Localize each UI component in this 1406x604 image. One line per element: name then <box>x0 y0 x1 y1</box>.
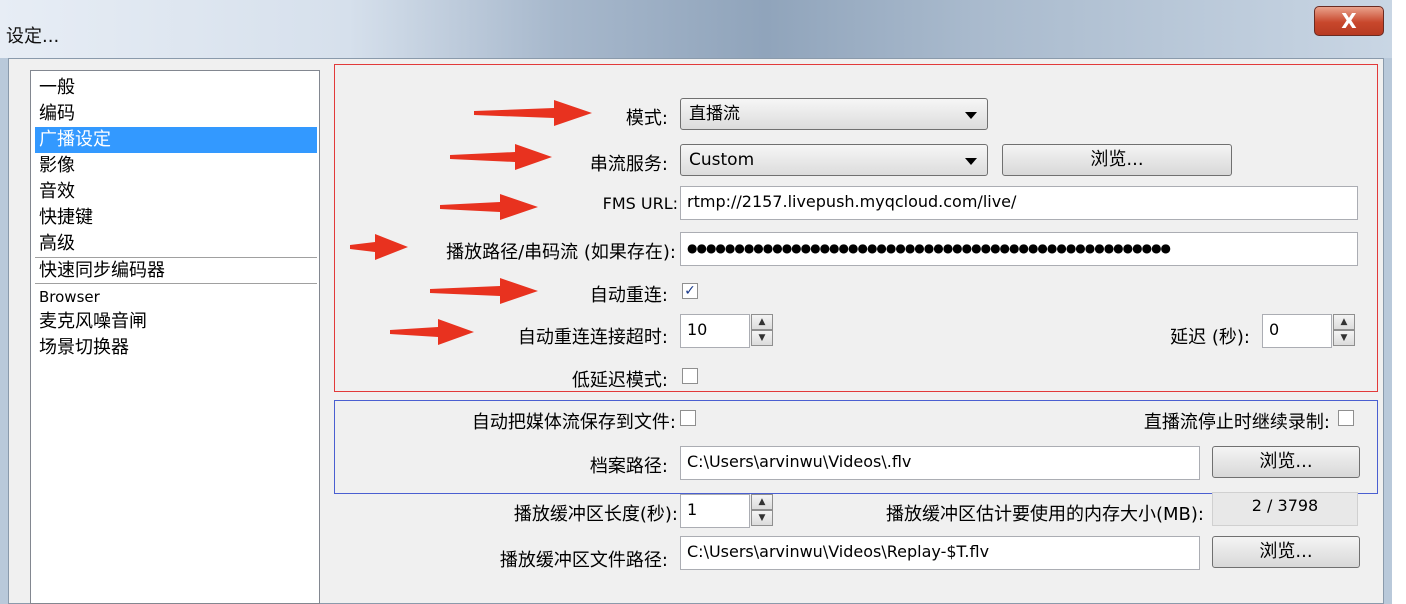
stream-key-field[interactable]: ●●●●●●●●●●●●●●●●●●●●●●●●●●●●●●●●●●●●●●●●… <box>680 232 1358 266</box>
low-latency-checkbox[interactable] <box>682 368 698 384</box>
sidebar-item-advanced[interactable]: 高级 <box>35 231 317 257</box>
buffer-length-spinner[interactable]: ▲ ▼ <box>751 494 775 528</box>
auto-save-label: 自动把媒体流保存到文件: <box>471 412 676 433</box>
browse-file-path-button[interactable]: 浏览... <box>1212 446 1360 478</box>
auto-reconnect-checkbox[interactable]: ✓ <box>682 283 698 299</box>
arrow-annotation-reconnect-timeout <box>390 319 474 345</box>
memory-usage-value: 2 / 3798 <box>1212 492 1358 526</box>
fms-url-label: FMS URL: <box>602 194 678 213</box>
low-latency-label: 低延迟模式: <box>571 370 668 391</box>
stream-key-label: 播放路径/串码流 (如果存在): <box>446 242 676 263</box>
file-path-label: 档案路径: <box>589 456 668 477</box>
browse-service-button[interactable]: 浏览... <box>1002 144 1232 176</box>
reconnect-timeout-spinner[interactable]: ▲ ▼ <box>751 314 775 348</box>
file-path-field[interactable]: C:\Users\arvinwu\Videos\.flv <box>680 446 1200 480</box>
delay-label: 延迟 (秒): <box>1170 327 1250 348</box>
sidebar-item-hotkeys[interactable]: 快捷键 <box>35 205 317 231</box>
spin-down-icon[interactable]: ▼ <box>751 330 773 346</box>
buffer-length-label: 播放缓冲区长度(秒): <box>513 504 678 525</box>
auto-save-checkbox[interactable] <box>680 410 696 426</box>
mode-dropdown[interactable]: 直播流 <box>680 98 988 130</box>
spin-up-icon[interactable]: ▲ <box>751 314 773 330</box>
arrow-annotation-fms-url <box>440 194 538 220</box>
reconnect-timeout-label: 自动重连连接超时: <box>517 327 668 348</box>
sidebar-item-video[interactable]: 影像 <box>35 153 317 179</box>
spin-up-icon[interactable]: ▲ <box>1333 314 1355 330</box>
memory-usage-label: 播放缓冲区估计要使用的内存大小(MB): <box>886 504 1204 525</box>
settings-category-list: 一般 编码 广播设定 影像 音效 快捷键 高级 快速同步编码器 Browser … <box>30 70 320 604</box>
delay-spinner[interactable]: ▲ ▼ <box>1333 314 1357 348</box>
browse-buffer-path-button[interactable]: 浏览... <box>1212 536 1360 568</box>
mode-label: 模式: <box>625 108 668 129</box>
spin-down-icon[interactable]: ▼ <box>1333 330 1355 346</box>
sidebar-item-quicksync[interactable]: 快速同步编码器 <box>35 257 317 283</box>
sidebar-item-broadcast[interactable]: 广播设定 <box>35 127 317 153</box>
fms-url-field[interactable]: rtmp://2157.livepush.myqcloud.com/live/ <box>680 186 1358 220</box>
settings-window: 设定... X 一般 编码 广播设定 影像 音效 快捷键 高级 快速同步编码器 … <box>0 0 1392 604</box>
buffer-length-field[interactable]: 1 <box>680 494 750 528</box>
keep-recording-label: 直播流停止时继续录制: <box>1143 412 1330 433</box>
close-button[interactable]: X <box>1314 6 1384 36</box>
delay-field[interactable]: 0 <box>1262 314 1332 348</box>
sidebar-item-noise-gate[interactable]: 麦克风噪音闸 <box>35 309 317 335</box>
auto-reconnect-label: 自动重连: <box>589 285 668 306</box>
stream-service-value: Custom <box>689 150 755 170</box>
sidebar-item-browser[interactable]: Browser <box>35 283 317 309</box>
sidebar-item-encoding[interactable]: 编码 <box>35 101 317 127</box>
keep-recording-checkbox[interactable] <box>1338 410 1354 426</box>
buffer-path-field[interactable]: C:\Users\arvinwu\Videos\Replay-$T.flv <box>680 536 1200 570</box>
buffer-path-label: 播放缓冲区文件路径: <box>499 550 668 571</box>
chevron-down-icon <box>965 112 977 119</box>
sidebar-item-audio[interactable]: 音效 <box>35 179 317 205</box>
window-title: 设定... <box>6 26 60 47</box>
arrow-annotation-auto-reconnect <box>430 278 538 304</box>
sidebar-item-general[interactable]: 一般 <box>35 75 317 101</box>
spin-down-icon[interactable]: ▼ <box>751 510 773 526</box>
reconnect-timeout-field[interactable]: 10 <box>680 314 750 348</box>
stream-service-label: 串流服务: <box>589 154 668 175</box>
chevron-down-icon <box>965 158 977 165</box>
sidebar-item-scene-switcher[interactable]: 场景切换器 <box>35 335 317 361</box>
mode-value: 直播流 <box>689 104 740 124</box>
spin-up-icon[interactable]: ▲ <box>751 494 773 510</box>
stream-service-dropdown[interactable]: Custom <box>680 144 988 176</box>
title-bar: 设定... X <box>0 0 1392 58</box>
